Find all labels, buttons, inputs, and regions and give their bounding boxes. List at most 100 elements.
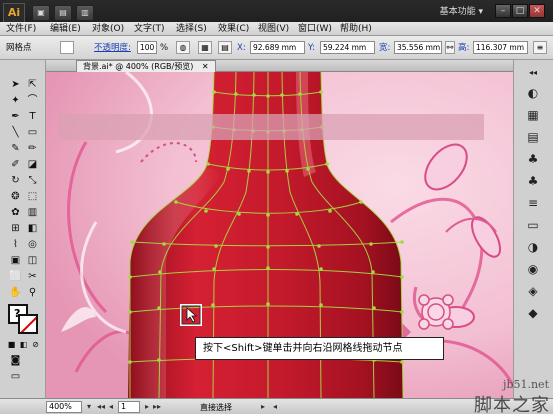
last-artboard-icon[interactable]: ▸▸ xyxy=(152,401,162,413)
control-panel: 网格点 不透明度: 100 % ◍ ▦ ▤ X: 92.689 mm Y: 59… xyxy=(0,36,553,60)
opacity-unit: % xyxy=(160,43,169,53)
y-label: Y: xyxy=(308,43,315,53)
color-panel-icon[interactable]: ◐ xyxy=(524,84,542,102)
free-transform-tool-icon[interactable]: ⬚ xyxy=(25,190,40,203)
brushes-panel-icon[interactable]: ♣ xyxy=(524,172,542,190)
live-paint-selection-tool-icon[interactable]: ◫ xyxy=(25,254,40,267)
workspace-switcher[interactable]: 基本功能 ▾ xyxy=(440,4,483,17)
scroll-left-icon[interactable]: ◂ xyxy=(270,401,280,413)
zoom-dropdown-icon[interactable]: ▾ xyxy=(84,401,94,413)
paintbrush-tool-icon[interactable]: ✎ xyxy=(8,142,23,155)
document-tab[interactable]: 背景.ai* @ 400% (RGB/预览) ✕ xyxy=(76,60,216,72)
collapse-panels-icon[interactable]: ◂◂ xyxy=(524,64,542,82)
drawing-mode-icon[interactable]: ◙ xyxy=(8,354,23,367)
hand-tool-icon[interactable]: ✋ xyxy=(8,286,23,299)
gradient-tool-icon[interactable]: ◧ xyxy=(25,222,40,235)
transform-menu-icon[interactable]: ≡ xyxy=(533,41,547,54)
appearance-panel-icon[interactable]: ◉ xyxy=(524,260,542,278)
symbols-panel-icon[interactable]: ♣ xyxy=(524,150,542,168)
close-button[interactable]: ✕ xyxy=(529,4,545,18)
selection-tool-icon[interactable]: ➤ xyxy=(8,78,23,91)
slice-tool-icon[interactable]: ✂ xyxy=(25,270,40,283)
height-input[interactable]: 116.307 mm xyxy=(473,41,528,54)
menu-select[interactable]: 选择(S) xyxy=(176,23,207,35)
width-label: 宽: xyxy=(379,43,391,53)
recolor-icon[interactable]: ◍ xyxy=(176,41,190,54)
stroke-swatch-icon[interactable] xyxy=(18,314,38,334)
screen-mode-icon[interactable]: ▭ xyxy=(8,370,23,383)
menu-file[interactable]: 文件(F) xyxy=(6,23,36,35)
pen-tool-icon[interactable]: ✒ xyxy=(8,110,23,123)
title-bar: Ai ▣ ▤ ▥ 基本功能 ▾ – □ ✕ 文件(F) 编辑(E) 对象(O) … xyxy=(0,0,553,36)
close-icon[interactable]: ✕ xyxy=(202,62,209,71)
direct-selection-tool-icon[interactable]: ⇱ xyxy=(25,78,40,91)
minimize-button[interactable]: – xyxy=(495,4,511,18)
none-slash-icon xyxy=(20,316,36,332)
right-panels-dock: ◂◂ ◐ ▦ ▤ ♣ ♣ ≡ ▭ ◑ ◉ ◈ ◆ xyxy=(513,60,553,400)
live-paint-tool-icon[interactable]: ▣ xyxy=(8,254,23,267)
menu-bar: 文件(F) 编辑(E) 对象(O) 文字(T) 选择(S) 效果(C) 视图(V… xyxy=(0,22,553,36)
watermark-url: jb51.net xyxy=(503,378,549,391)
eraser-tool-icon[interactable]: ◪ xyxy=(25,158,40,171)
mesh-tool-icon[interactable]: ⊞ xyxy=(8,222,23,235)
menu-effect[interactable]: 效果(C) xyxy=(218,23,249,35)
menu-type[interactable]: 文字(T) xyxy=(134,23,165,35)
selected-tool-label: 网格点 xyxy=(6,43,32,53)
menu-view[interactable]: 视图(V) xyxy=(258,23,289,35)
screen-mode-button[interactable]: ▥ xyxy=(76,5,94,21)
symbol-sprayer-tool-icon[interactable]: ✿ xyxy=(8,206,23,219)
reference-point-icon[interactable]: ▦ xyxy=(198,41,212,54)
watermark-name: 脚本之家 xyxy=(474,395,550,414)
gradient-panel-icon[interactable]: ▭ xyxy=(524,216,542,234)
opacity-input[interactable]: 100 xyxy=(137,41,157,54)
scale-tool-icon[interactable]: ⤡ xyxy=(25,174,40,187)
align-icon[interactable]: ▤ xyxy=(218,41,232,54)
magic-wand-tool-icon[interactable]: ✦ xyxy=(8,94,23,107)
swatches-panel-icon[interactable]: ▤ xyxy=(524,128,542,146)
bridge-button[interactable]: ▣ xyxy=(32,5,50,21)
line-tool-icon[interactable]: ╲ xyxy=(8,126,23,139)
maximize-button[interactable]: □ xyxy=(512,4,528,18)
lasso-tool-icon[interactable]: ⌒ xyxy=(25,94,40,107)
menu-object[interactable]: 对象(O) xyxy=(92,23,124,35)
blob-brush-tool-icon[interactable]: ✐ xyxy=(8,158,23,171)
rectangle-tool-icon[interactable]: ▭ xyxy=(25,126,40,139)
next-artboard-icon[interactable]: ▸ xyxy=(142,401,152,413)
chevron-down-icon: ▾ xyxy=(478,7,483,17)
arrange-documents-button[interactable]: ▤ xyxy=(54,5,72,21)
color-guide-icon[interactable]: ▦ xyxy=(524,106,542,124)
y-input[interactable]: 59.224 mm xyxy=(320,41,375,54)
menu-edit[interactable]: 编辑(E) xyxy=(50,23,81,35)
x-input[interactable]: 92.689 mm xyxy=(250,41,305,54)
illustrator-logo: Ai xyxy=(3,3,25,23)
height-label: 高: xyxy=(458,43,470,53)
artboard-tool-icon[interactable]: ⬜ xyxy=(8,270,23,283)
artboard-number-field[interactable]: 1 xyxy=(118,401,140,413)
prev-artboard-icon[interactable]: ◂ xyxy=(106,401,116,413)
none-mode-icon[interactable]: ⊘ xyxy=(28,338,43,351)
zoom-level-field[interactable]: 400% xyxy=(46,401,82,413)
zoom-tool-icon[interactable]: ⚲ xyxy=(25,286,40,299)
status-tool-text: 直接选择 xyxy=(200,403,232,412)
warp-tool-icon[interactable]: ❂ xyxy=(8,190,23,203)
opacity-link[interactable]: 不透明度: xyxy=(94,42,131,54)
pencil-tool-icon[interactable]: ✏ xyxy=(25,142,40,155)
eyedropper-tool-icon[interactable]: ⌇ xyxy=(8,238,23,251)
fill-swatch[interactable] xyxy=(60,41,74,54)
menu-help[interactable]: 帮助(H) xyxy=(340,23,372,35)
rotate-tool-icon[interactable]: ↻ xyxy=(8,174,23,187)
graph-tool-icon[interactable]: ▥ xyxy=(25,206,40,219)
blend-tool-icon[interactable]: ◎ xyxy=(25,238,40,251)
workspace-label: 基本功能 xyxy=(439,7,476,17)
menu-window[interactable]: 窗口(W) xyxy=(298,23,332,35)
link-icon[interactable]: ⚯ xyxy=(445,41,455,54)
x-label: X: xyxy=(237,43,246,53)
type-tool-icon[interactable]: T xyxy=(25,110,40,123)
status-menu-icon[interactable]: ▸ xyxy=(258,401,268,413)
graphic-styles-icon[interactable]: ◈ xyxy=(524,282,542,300)
transparency-panel-icon[interactable]: ◑ xyxy=(524,238,542,256)
width-input[interactable]: 35.556 mm xyxy=(394,41,442,54)
stroke-panel-icon[interactable]: ≡ xyxy=(524,194,542,212)
layers-panel-icon[interactable]: ◆ xyxy=(524,304,542,322)
first-artboard-icon[interactable]: ◂◂ xyxy=(96,401,106,413)
